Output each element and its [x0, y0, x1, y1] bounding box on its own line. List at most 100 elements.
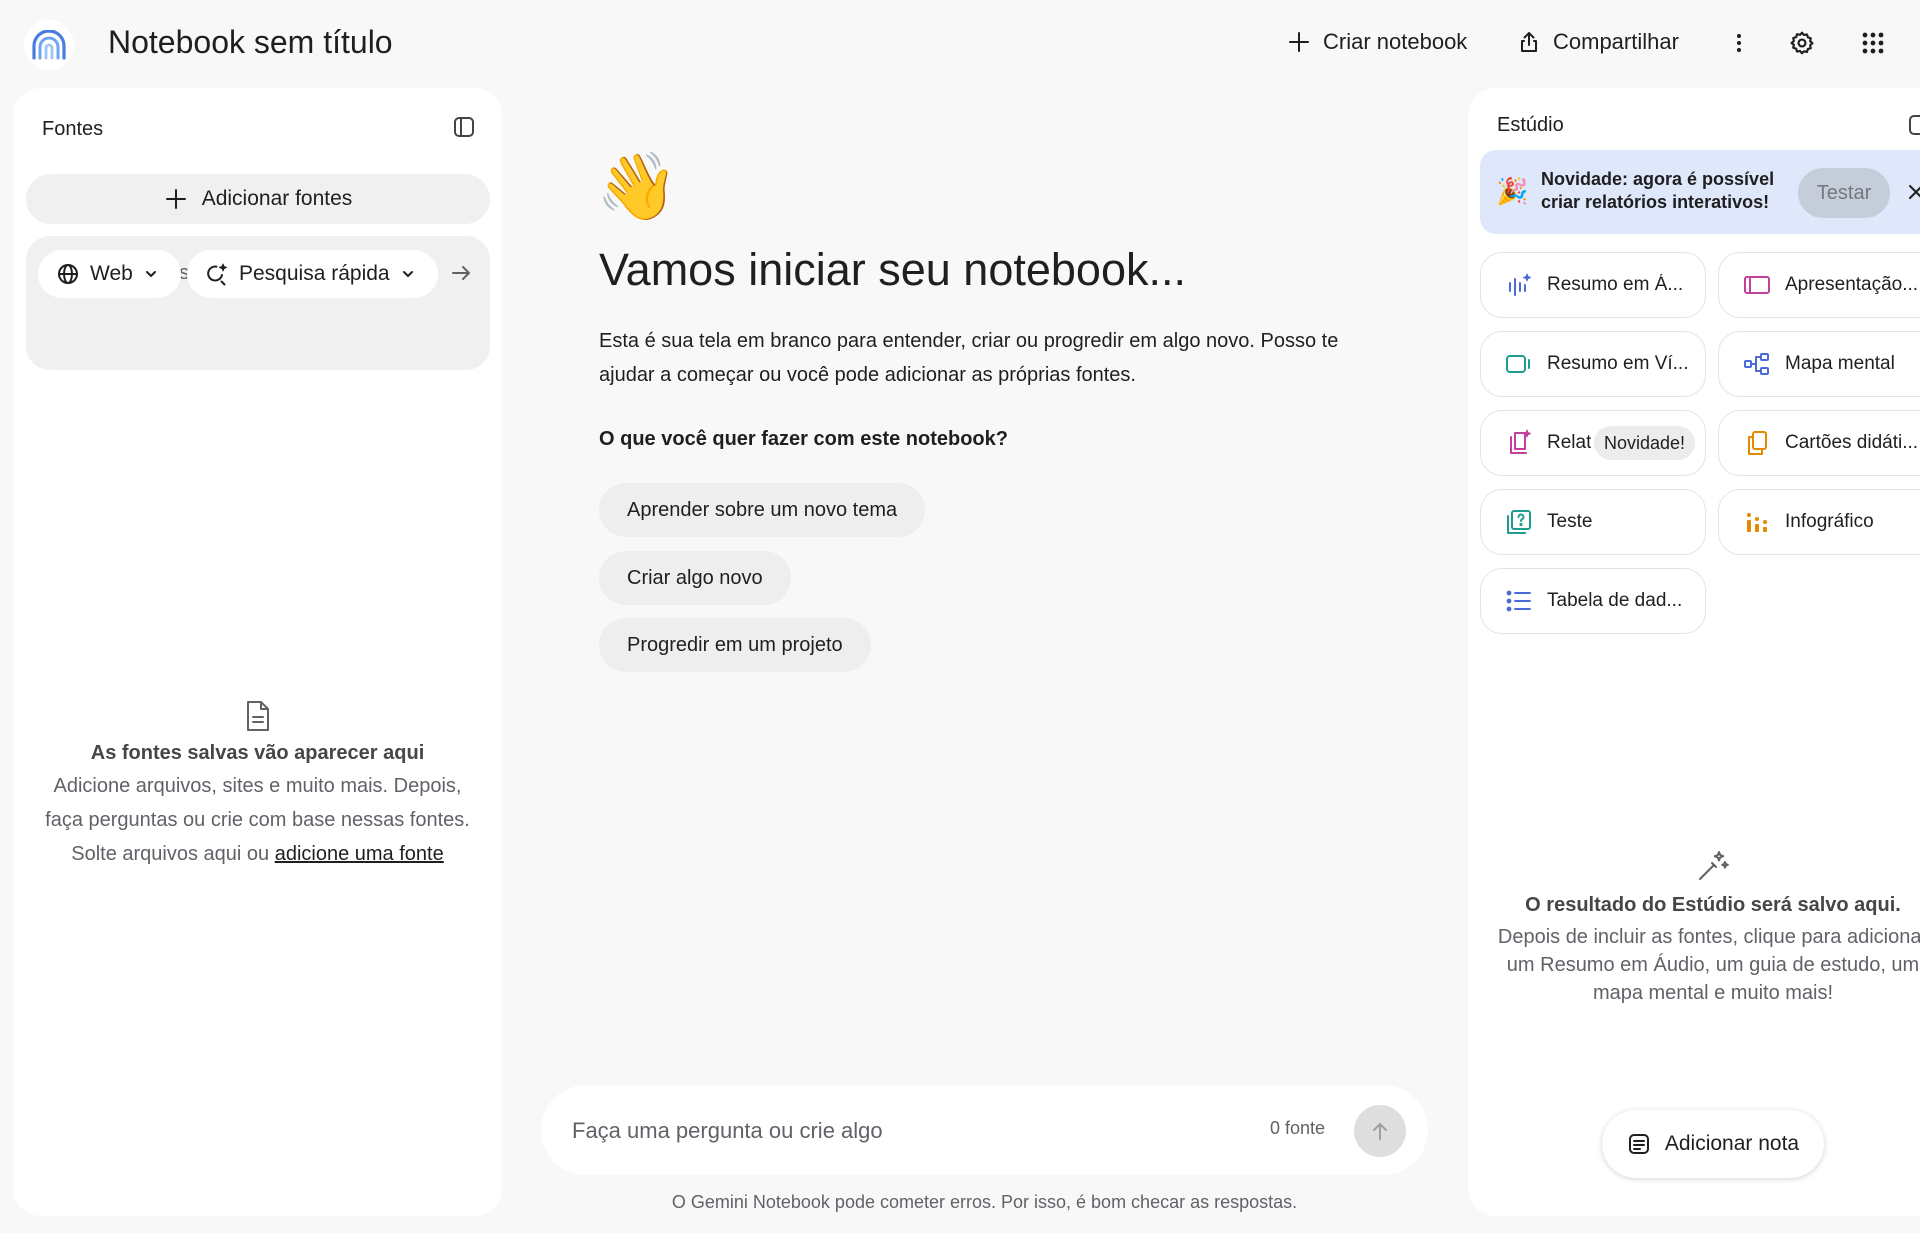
share-button[interactable]: Compartilhar — [1517, 22, 1679, 62]
chat-input[interactable] — [570, 1111, 1214, 1151]
apps-grid-icon — [1862, 32, 1884, 54]
document-icon — [246, 701, 269, 731]
studio-empty-line-1: Depois de incluir as fontes, clique para… — [1497, 926, 1920, 948]
plus-icon — [165, 189, 186, 209]
infographic-icon — [1743, 508, 1771, 536]
add-source-link[interactable]: adicione uma fonte — [275, 843, 444, 865]
tool-label: Tabela de dad... — [1547, 590, 1683, 611]
tool-audio-overview[interactable]: Resumo em Á... — [1480, 252, 1706, 318]
search-submit-button[interactable] — [450, 262, 472, 284]
collapse-studio-button[interactable] — [1908, 114, 1920, 136]
close-banner-button[interactable] — [1905, 181, 1920, 203]
magic-wand-icon — [1699, 851, 1729, 880]
studio-empty-description: Depois de incluir as fontes, clique para… — [1478, 923, 1920, 1007]
tool-report[interactable]: Relat Novidade! — [1480, 410, 1706, 476]
welcome-description: Esta é sua tela em branco para entender,… — [599, 330, 1339, 386]
tool-label: Infográfico — [1785, 511, 1874, 532]
source-type-dropdown[interactable]: Web — [38, 250, 181, 298]
source-count: 0 fonte — [1270, 1118, 1326, 1138]
welcome-title: Vamos iniciar seu notebook... — [599, 244, 1186, 295]
quiz-icon — [1505, 508, 1533, 536]
chevron-down-icon — [402, 271, 413, 277]
suggestion-progress-project[interactable]: Progredir em um projeto — [599, 618, 871, 672]
search-mode-dropdown[interactable]: Pesquisa rápida — [187, 250, 438, 298]
chat-composer: 0 fonte — [541, 1085, 1428, 1175]
studio-empty-title: O resultado do Estúdio será salvo aqui. — [1525, 894, 1901, 916]
tool-label: Apresentação... — [1785, 274, 1919, 295]
mindmap-icon — [1743, 350, 1771, 378]
arrow-up-icon — [1373, 1123, 1387, 1140]
logo-icon — [32, 30, 66, 60]
top-bar: Notebook sem título Criar notebook Compa… — [0, 0, 1920, 84]
new-badge: Novidade! — [1594, 426, 1696, 460]
video-icon — [1505, 350, 1533, 378]
tool-infographic[interactable]: Infográfico — [1718, 489, 1920, 555]
sources-title: Fontes — [42, 118, 104, 140]
add-sources-button[interactable]: Adicionar fontes — [26, 174, 490, 224]
studio-title: Estúdio — [1497, 114, 1564, 136]
tool-label: Teste — [1547, 511, 1593, 532]
create-notebook-button[interactable]: Criar notebook — [1287, 22, 1467, 62]
send-button[interactable] — [1354, 1105, 1406, 1157]
gear-icon — [1790, 31, 1814, 55]
studio-panel: Estúdio 🎉 Novidade: agora é possível cri… — [1468, 88, 1920, 1216]
sources-empty-title: As fontes salvas vão aparecer aqui — [90, 742, 425, 764]
party-popper-emoji: 🎉 — [1496, 176, 1529, 206]
suggestions-heading: O que você quer fazer com este notebook? — [599, 428, 1008, 450]
notebook-title[interactable]: Notebook sem título — [108, 20, 393, 64]
new-feature-banner: 🎉 Novidade: agora é possível criar relat… — [1480, 150, 1920, 234]
flashcards-icon — [1743, 429, 1771, 457]
app-logo[interactable] — [24, 20, 74, 70]
globe-icon — [58, 264, 78, 284]
tool-presentation[interactable]: Apresentação... — [1718, 252, 1920, 318]
tool-flashcards[interactable]: Cartões didáti... — [1718, 410, 1920, 476]
collapse-sources-button[interactable] — [453, 116, 475, 138]
suggestion-learn-topic[interactable]: Aprender sobre um novo tema — [599, 483, 926, 537]
tool-video-overview[interactable]: Resumo em Ví... — [1480, 331, 1706, 397]
apps-button[interactable] — [1854, 24, 1892, 62]
sources-empty-state: As fontes salvas vão aparecer aqui Adici… — [13, 700, 502, 871]
settings-button[interactable] — [1783, 24, 1821, 62]
disclaimer-text: O Gemini Notebook pode cometer erros. Po… — [671, 1192, 1298, 1212]
tool-data-table[interactable]: Tabela de dad... — [1480, 568, 1706, 634]
try-button[interactable]: Testar — [1798, 168, 1890, 218]
share-label: Compartilhar — [1553, 29, 1679, 54]
presentation-icon — [1743, 271, 1771, 299]
studio-empty-line-2: um Resumo em Áudio, um guia de estudo, u… — [1506, 954, 1920, 976]
sources-panel: Fontes Adicionar fontes Web Pesquisa ráp… — [13, 88, 502, 1216]
table-icon — [1505, 587, 1533, 615]
suggestion-create-new[interactable]: Criar algo novo — [599, 551, 791, 605]
tool-label: Cartões didáti... — [1785, 432, 1919, 453]
panel-collapse-icon — [1909, 115, 1920, 135]
arrow-right-icon — [452, 266, 470, 280]
note-icon — [1628, 1134, 1649, 1154]
tool-quiz[interactable]: Teste — [1480, 489, 1706, 555]
create-notebook-label: Criar notebook — [1323, 29, 1468, 54]
drop-files-text: Solte arquivos aqui ou — [71, 843, 275, 865]
plus-icon — [1289, 32, 1309, 52]
sources-empty-line-1: Adicione arquivos, sites e muito mais. D… — [53, 775, 462, 797]
add-note-label: Adicionar nota — [1664, 1132, 1800, 1155]
share-icon — [1521, 32, 1537, 52]
sparkle-search-icon — [207, 263, 227, 286]
waving-hand-emoji: 👋 — [596, 149, 679, 223]
search-mode-label: Pesquisa rápida — [239, 262, 390, 285]
more-vert-icon — [1737, 34, 1741, 52]
panel-collapse-icon — [454, 117, 474, 137]
tool-label: Relat — [1547, 432, 1592, 453]
studio-empty-state: O resultado do Estúdio será salvo aqui. … — [1478, 848, 1920, 1007]
audio-icon — [1505, 271, 1533, 299]
add-sources-label: Adicionar fontes — [201, 187, 353, 210]
report-icon — [1505, 429, 1533, 457]
tool-mind-map[interactable]: Mapa mental — [1718, 331, 1920, 397]
close-icon — [1909, 185, 1920, 199]
chevron-down-icon — [145, 271, 156, 277]
more-options-button[interactable] — [1720, 24, 1758, 62]
sources-empty-description: Adicione arquivos, sites e muito mais. D… — [13, 769, 502, 871]
add-note-button[interactable]: Adicionar nota — [1602, 1110, 1824, 1178]
tool-label: Resumo em Ví... — [1547, 353, 1689, 374]
tool-label: Mapa mental — [1785, 353, 1895, 374]
sources-empty-line-3: Solte arquivos aqui ou adicione uma font… — [13, 837, 502, 871]
studio-empty-line-3: mapa mental e muito mais! — [1592, 982, 1834, 1004]
source-type-label: Web — [90, 262, 133, 285]
